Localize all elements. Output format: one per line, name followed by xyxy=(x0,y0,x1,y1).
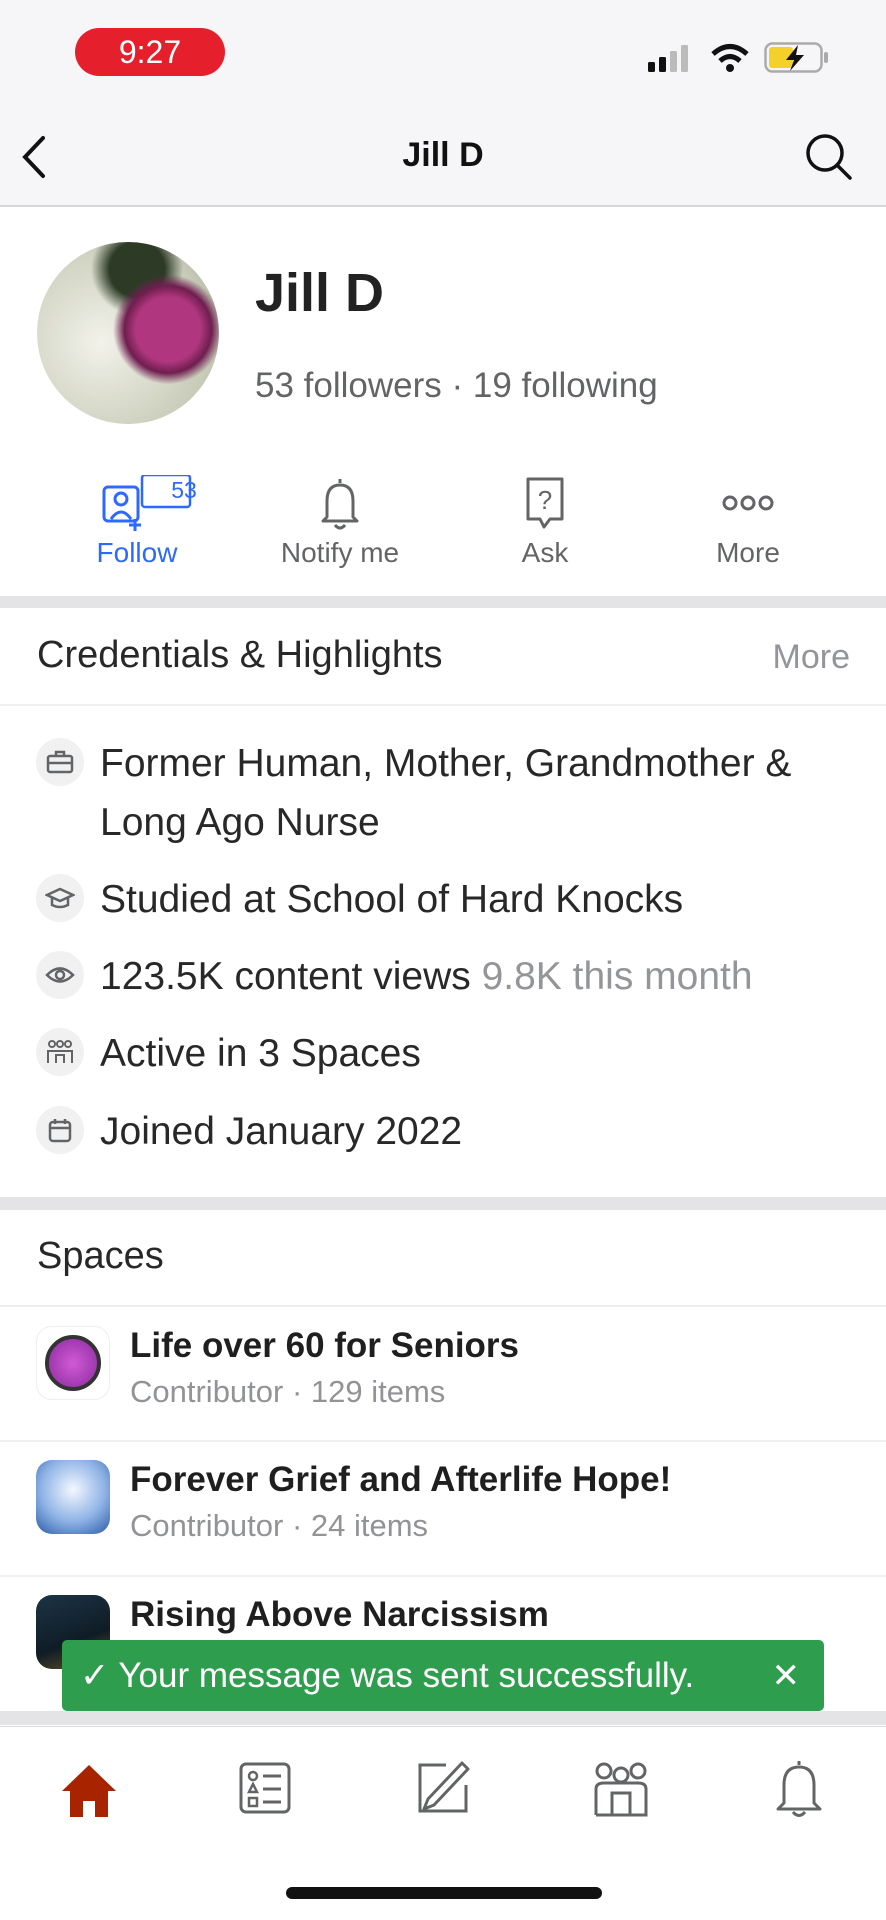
home-indicator[interactable] xyxy=(286,1887,602,1899)
follow-button[interactable]: 53 Follow xyxy=(37,475,237,569)
search-icon[interactable] xyxy=(804,132,854,182)
briefcase-icon xyxy=(36,738,84,786)
signal-icon xyxy=(648,45,688,72)
credential-text: Studied at School of Hard Knocks xyxy=(100,878,684,921)
divider xyxy=(0,1305,886,1307)
wifi-icon xyxy=(711,44,749,72)
question-bubble-icon: ? xyxy=(526,477,564,529)
status-time: 9:27 xyxy=(75,28,225,76)
follow-label: Follow xyxy=(96,537,178,568)
toast-close-button[interactable]: ✕ xyxy=(772,1656,801,1696)
ask-button[interactable]: ? Ask xyxy=(445,475,645,569)
avatar[interactable] xyxy=(37,242,219,424)
calendar-icon xyxy=(36,1106,84,1154)
credential-employment: Former Human, Mother, Grandmother & Long… xyxy=(36,738,856,852)
write-icon[interactable] xyxy=(416,1761,472,1817)
space-meta: Contributor · 24 items xyxy=(130,1508,429,1543)
eye-icon xyxy=(36,951,84,999)
notifications-icon[interactable] xyxy=(772,1757,826,1819)
space-avatar xyxy=(36,1326,110,1400)
space-item[interactable]: Life over 60 for Seniors Contributor · 12… xyxy=(36,1326,856,1410)
section-divider xyxy=(0,1197,886,1210)
credential-text: Joined January 2022 xyxy=(100,1110,463,1153)
profile-name: Jill D xyxy=(255,263,385,323)
credential-spaces: Active in 3 Spaces xyxy=(36,1028,856,1083)
profile-stats[interactable]: 53 followers · 19 following xyxy=(255,366,658,406)
space-item[interactable]: Forever Grief and Afterlife Hope! Contrib… xyxy=(36,1460,856,1544)
views-this-month: 9.8K this month xyxy=(481,955,753,998)
more-button[interactable]: More xyxy=(648,475,848,569)
nav-title: Jill D xyxy=(402,136,484,174)
spaces-icon[interactable] xyxy=(592,1759,650,1819)
credential-joined: Joined January 2022 xyxy=(36,1106,856,1161)
success-toast: ✓ Your message was sent successfully. ✕ xyxy=(62,1640,824,1711)
space-name: Life over 60 for Seniors xyxy=(130,1326,520,1365)
section-divider xyxy=(0,596,886,608)
credential-education: Studied at School of Hard Knocks xyxy=(36,874,856,929)
divider xyxy=(0,704,886,706)
battery-charging-icon xyxy=(764,42,828,73)
following-list-icon[interactable] xyxy=(238,1761,294,1817)
more-label: More xyxy=(716,537,780,568)
credential-text: Active in 3 Spaces xyxy=(100,1032,421,1075)
credential-views: 123.5K content views 9.8K this month xyxy=(36,951,856,1006)
ask-label: Ask xyxy=(521,537,569,568)
credentials-more-link[interactable]: More xyxy=(773,638,850,677)
spaces-title: Spaces xyxy=(37,1235,164,1277)
credential-text: Former Human, Mother, Grandmother & Long… xyxy=(100,742,792,844)
spaces-icon xyxy=(36,1028,84,1076)
bell-icon xyxy=(321,479,359,530)
svg-text:?: ? xyxy=(538,485,552,515)
section-divider xyxy=(0,1711,886,1725)
space-name: Forever Grief and Afterlife Hope! xyxy=(130,1460,672,1499)
divider xyxy=(0,1440,886,1442)
notify-label: Notify me xyxy=(280,537,400,568)
home-icon[interactable] xyxy=(58,1761,120,1823)
toast-message: ✓ Your message was sent successfully. xyxy=(80,1655,695,1695)
space-meta: Contributor · 129 items xyxy=(130,1374,446,1409)
divider xyxy=(0,1575,886,1577)
graduation-cap-icon xyxy=(36,874,84,922)
more-dots-icon xyxy=(722,495,774,511)
space-name: Rising Above Narcissism xyxy=(130,1595,549,1634)
notify-button[interactable]: Notify me xyxy=(240,475,440,569)
space-avatar xyxy=(36,1460,110,1534)
credential-text: 123.5K content views xyxy=(100,955,471,998)
follow-count-badge: 53 xyxy=(171,477,197,503)
top-bar: 9:27 Jill D xyxy=(0,0,886,207)
credentials-title: Credentials & Highlights xyxy=(37,634,443,676)
